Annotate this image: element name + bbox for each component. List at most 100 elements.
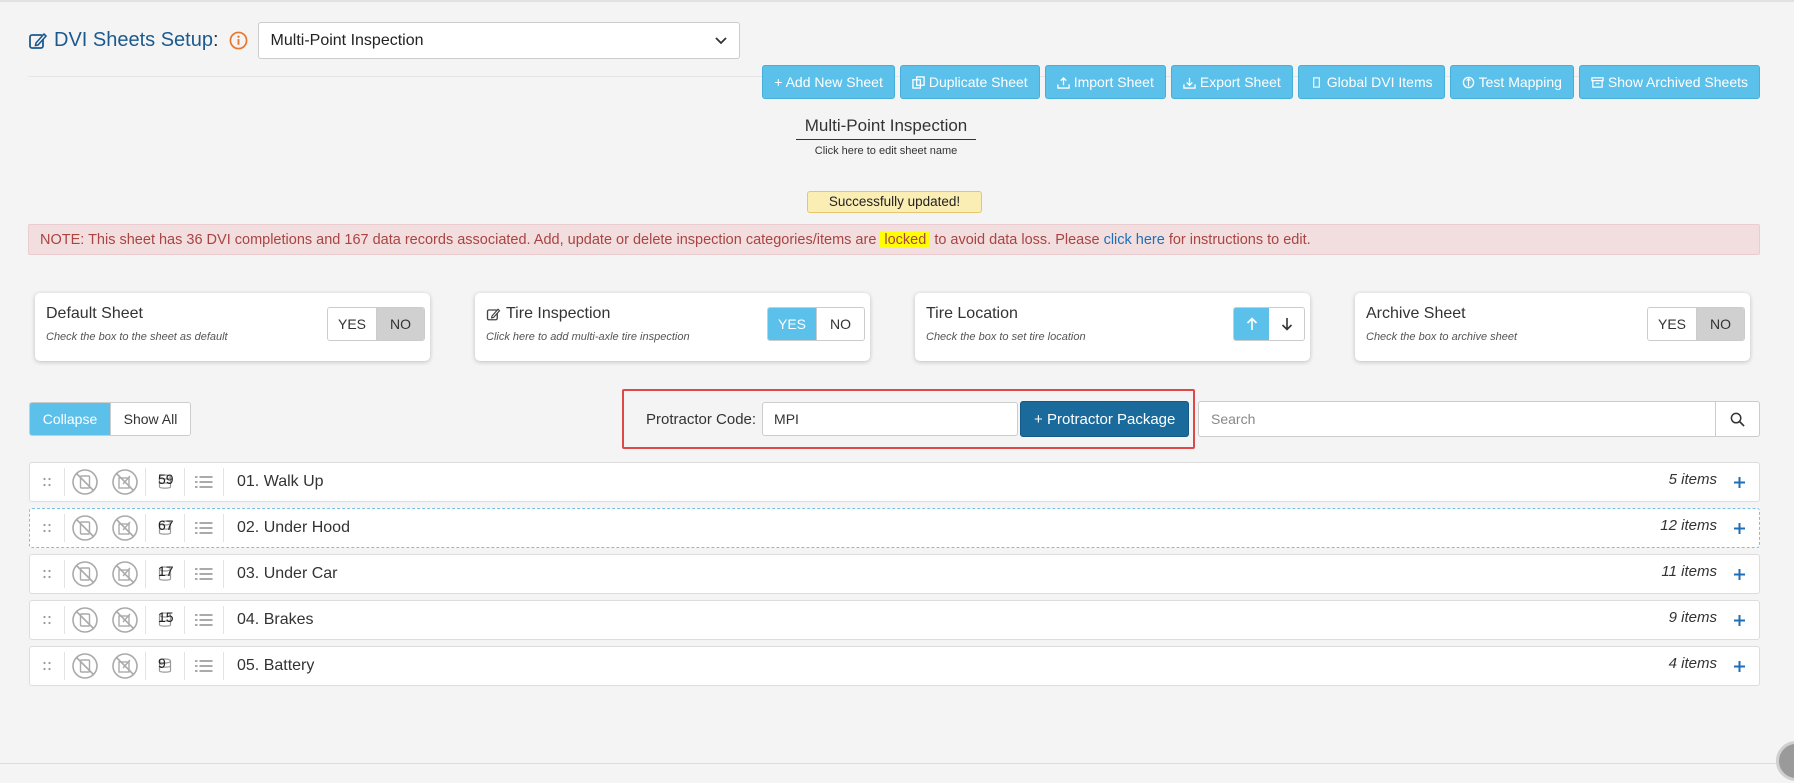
no-document-icon [72,515,98,541]
records-indicator: 15 [146,609,184,628]
add-new-sheet-button[interactable]: + Add New Sheet [762,65,895,99]
header: DVI Sheets Setup : Multi-Point Inspectio… [28,22,740,59]
arrow-down-button[interactable] [1269,308,1304,340]
category-row[interactable]: 9 05. Battery 4 items [29,646,1760,686]
no-photo-button[interactable] [65,606,105,634]
category-item-count: 11 items [1661,562,1717,580]
show-all-button[interactable]: Show All [110,403,190,435]
export-sheet-button[interactable]: Export Sheet [1170,65,1293,99]
page-title-colon: : [212,29,219,51]
mapping-icon [1462,76,1474,88]
tire-inspection-subtitle: Click here to add multi-axle tire inspec… [486,331,690,343]
default-sheet-no-button[interactable]: NO [376,308,424,340]
add-item-button[interactable] [1727,614,1751,627]
category-row[interactable]: 17 03. Under Car 11 items [29,554,1760,594]
records-indicator: 67 [146,517,184,536]
tire-location-toggle [1233,307,1305,341]
plus-icon [1733,476,1745,488]
add-item-button[interactable] [1727,660,1751,673]
sheet-select-value: Multi-Point Inspection [270,31,424,49]
list-icon [195,522,213,534]
scroll-to-top-button[interactable] [1776,741,1794,781]
add-new-sheet-label: + Add New Sheet [774,74,883,90]
view-toggle: Collapse Show All [29,402,191,436]
category-row[interactable]: 67 02. Under Hood 12 items [29,508,1760,548]
add-item-button[interactable] [1727,522,1751,535]
tire-inspection-title-wrap[interactable]: Tire Inspection [486,305,610,323]
arrow-up-button[interactable] [1234,308,1269,340]
list-button[interactable] [185,659,223,673]
sheet-name[interactable]: Multi-Point Inspection [796,116,976,140]
default-sheet-yes-button[interactable]: YES [328,308,376,340]
download-icon [1183,77,1196,89]
category-item-count: 9 items [1668,608,1717,626]
tire-inspection-no-button[interactable]: NO [816,308,864,340]
duplicate-sheet-button[interactable]: Duplicate Sheet [899,65,1040,99]
note-instructions-link[interactable]: click here [1104,232,1165,248]
sheet-name-hint: Click here to edit sheet name [814,145,958,157]
drag-handle[interactable] [30,614,64,626]
no-edit-button[interactable] [105,606,145,634]
drag-handle[interactable] [30,660,64,672]
global-dvi-items-button[interactable]: Global DVI Items [1297,65,1445,99]
tire-inspection-yes-button[interactable]: YES [768,308,816,340]
no-document-icon [72,561,98,587]
drag-handle-icon [43,569,51,579]
collapse-button[interactable]: Collapse [30,403,110,435]
upload-icon [1056,76,1070,89]
no-edit-button[interactable] [105,560,145,588]
tire-inspection-toggle: YES NO [767,307,865,341]
no-photo-button[interactable] [65,652,105,680]
search-input[interactable]: Search [1199,411,1715,427]
sheet-name-block[interactable]: Multi-Point Inspection Click here to edi… [796,116,976,157]
drag-handle-icon [43,477,51,487]
archive-sheet-yes-button[interactable]: YES [1648,308,1696,340]
no-edit-icon [112,561,138,587]
drag-handle[interactable] [30,568,64,580]
protractor-code-input[interactable]: MPI [762,402,1019,436]
no-photo-button[interactable] [65,468,105,496]
info-icon[interactable] [229,31,248,50]
chevron-down-icon [714,36,727,44]
sheet-select[interactable]: Multi-Point Inspection [257,22,740,59]
search-button[interactable] [1715,402,1759,436]
success-message: Successfully updated! [807,191,982,213]
category-name: 02. Under Hood [237,519,350,536]
protractor-package-button[interactable]: + Protractor Package [1020,401,1190,437]
list-button[interactable] [185,567,223,581]
import-sheet-button[interactable]: Import Sheet [1044,65,1166,99]
add-item-button[interactable] [1727,568,1751,581]
list-button[interactable] [185,521,223,535]
drag-handle[interactable] [30,522,64,534]
category-item-count: 4 items [1668,654,1717,672]
category-name: 01. Walk Up [237,473,324,490]
top-border [0,0,1794,2]
plus-icon [1733,660,1745,672]
no-photo-button[interactable] [65,560,105,588]
no-edit-button[interactable] [105,514,145,542]
no-edit-button[interactable] [105,468,145,496]
arrow-down-icon [1281,318,1292,331]
records-indicator: 9 [146,655,184,674]
records-count: 59 [158,471,174,487]
no-edit-icon [112,607,138,633]
no-edit-button[interactable] [105,652,145,680]
search-icon [1730,412,1745,427]
import-sheet-label: Import Sheet [1073,74,1154,90]
protractor-section: Protractor Code: MPI + Protractor Packag… [622,389,1195,449]
list-button[interactable] [185,613,223,627]
show-archived-sheets-button[interactable]: Show Archived Sheets [1578,65,1760,99]
protractor-code-label: Protractor Code: [646,410,757,428]
drag-handle[interactable] [30,476,64,488]
test-mapping-button[interactable]: Test Mapping [1449,65,1574,99]
archive-sheet-no-button[interactable]: NO [1696,308,1744,340]
category-item-count: 12 items [1660,516,1717,534]
list-button[interactable] [185,475,223,489]
note-text-1: NOTE: This sheet has 36 DVI completions … [40,231,877,248]
tire-location-subtitle: Check the box to set tire location [926,331,1086,343]
category-row[interactable]: 15 04. Brakes 9 items [29,600,1760,640]
category-row[interactable]: 59 01. Walk Up 5 items [29,462,1760,502]
no-photo-button[interactable] [65,514,105,542]
no-document-icon [72,469,98,495]
add-item-button[interactable] [1727,476,1751,489]
